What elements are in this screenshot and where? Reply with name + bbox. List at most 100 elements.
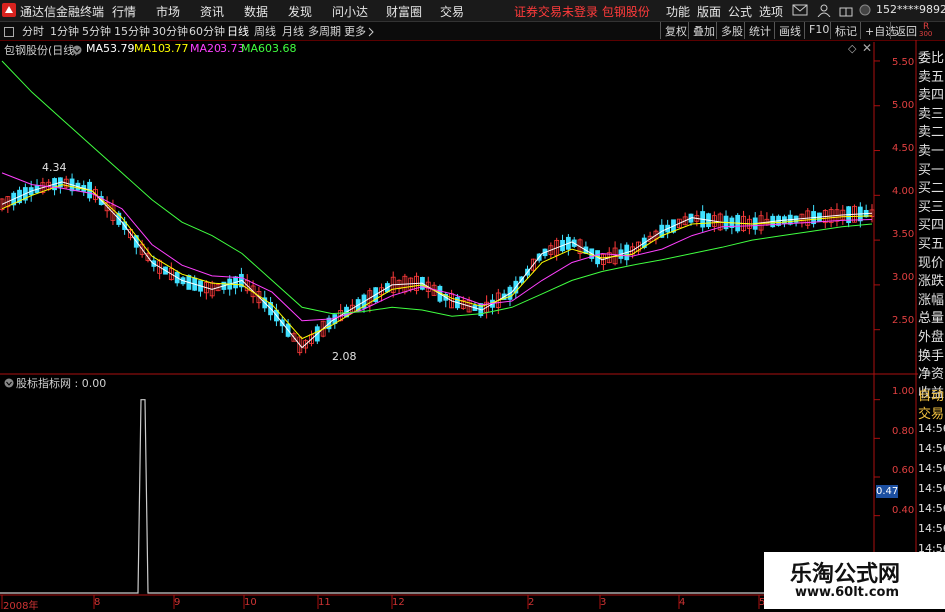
- ma-line-ma20: [1, 172, 873, 322]
- ma-line-ma5: [1, 181, 873, 349]
- quote-field-4: 卖二: [918, 125, 945, 141]
- chart-area[interactable]: [0, 40, 945, 609]
- menu-xuanxiang[interactable]: 选项: [759, 3, 783, 20]
- quote-field-3: 卖三: [918, 106, 945, 122]
- watermark-url: www.60lt.com: [795, 585, 900, 600]
- period-30min[interactable]: 30分钟: [152, 23, 188, 39]
- tick-time-0: 14:56: [918, 422, 945, 435]
- menu-jiaoyi[interactable]: 交易: [440, 3, 464, 20]
- quote-field-13: 涨幅: [918, 292, 945, 308]
- high-price-label: 4.34: [42, 161, 67, 174]
- ma20-name: MA20: [190, 42, 222, 55]
- x-tick-10: 10: [244, 597, 257, 608]
- gift-icon[interactable]: [839, 4, 853, 20]
- btn-f10[interactable]: F10: [804, 22, 833, 39]
- period-weekly[interactable]: 周线: [254, 23, 276, 39]
- x-tick-8: 8: [94, 597, 101, 608]
- app-logo-icon: [2, 3, 16, 17]
- sub-value-badge: 0.47: [876, 485, 899, 498]
- quote-field-16: 换手: [918, 348, 945, 364]
- ma5-name: MA5: [86, 42, 111, 55]
- trade-mode-0[interactable]: 自动: [918, 385, 945, 404]
- quote-field-6: 买一: [918, 162, 945, 178]
- quote-field-7: 买二: [918, 181, 945, 197]
- close-icon[interactable]: ✕: [862, 41, 872, 55]
- tick-time-3: 14:56: [918, 482, 945, 495]
- menu-wenxiaoda[interactable]: 问小达: [332, 3, 368, 20]
- sub-y-tick-060: 0.60: [892, 465, 915, 476]
- ma60-name: MA60: [241, 42, 273, 55]
- menu-faxian[interactable]: 发现: [288, 3, 312, 20]
- quote-field-2: 卖四: [918, 88, 945, 104]
- x-tick-2: 2: [528, 597, 535, 608]
- y-tick-300: 3.00: [892, 272, 915, 283]
- tick-time-2: 14:56: [918, 462, 945, 475]
- trade-login-notice[interactable]: 证券交易未登录 包钢股份: [514, 3, 650, 20]
- btn-tongji[interactable]: 统计: [744, 22, 775, 39]
- menu-shichang[interactable]: 市场: [156, 3, 180, 20]
- x-tick-12: 12: [392, 597, 405, 608]
- x-tick-4: 4: [679, 597, 686, 608]
- period-multi[interactable]: 多周期: [308, 23, 341, 39]
- app-title: 通达信金融终端: [20, 5, 105, 19]
- tick-time-1: 14:56: [918, 442, 945, 455]
- low-price-label: 2.08: [332, 350, 357, 363]
- btn-duogu[interactable]: 多股: [716, 22, 747, 39]
- menu-hangqing[interactable]: 行情: [112, 3, 136, 20]
- tick-time-4: 14:56: [918, 502, 945, 515]
- sub-indicator-label: 股标指标网 : 0.00: [16, 377, 107, 390]
- ma-line-ma60: [1, 60, 873, 317]
- btn-fuquan[interactable]: 复权: [660, 22, 691, 39]
- menu-shuju[interactable]: 数据: [244, 3, 268, 20]
- period-60min[interactable]: 60分钟: [189, 23, 225, 39]
- y-tick-550: 5.50: [892, 57, 915, 68]
- menu-zixun[interactable]: 资讯: [200, 3, 224, 20]
- btn-biaoji[interactable]: 标记: [830, 22, 861, 39]
- period-more[interactable]: 更多: [344, 23, 366, 39]
- user-icon[interactable]: [817, 4, 831, 20]
- y-tick-500: 5.00: [892, 100, 915, 111]
- menu-gongshi[interactable]: 公式: [728, 3, 752, 20]
- period-monthly[interactable]: 月线: [282, 23, 304, 39]
- indicator-line: [0, 399, 872, 594]
- period-1min[interactable]: 1分钟: [50, 23, 79, 39]
- y-tick-400: 4.00: [892, 186, 915, 197]
- quote-field-0: 委比: [918, 51, 945, 66]
- settings-icon[interactable]: [72, 44, 82, 58]
- period-5min[interactable]: 5分钟: [82, 23, 111, 39]
- period-15min[interactable]: 15分钟: [114, 23, 150, 39]
- quote-field-11: 现价: [918, 255, 945, 271]
- envelope-icon[interactable]: [792, 4, 808, 19]
- sub-y-tick-080: 0.80: [892, 426, 915, 437]
- avatar-icon[interactable]: [858, 4, 872, 20]
- menu-caifuquan[interactable]: 财富圈: [386, 3, 422, 20]
- window-controls: [912, 0, 945, 21]
- sub-y-tick-100: 1.00: [892, 386, 915, 397]
- quote-field-12: 涨跌: [918, 274, 945, 290]
- quote-field-17: 净资: [918, 367, 945, 383]
- x-tick-9: 9: [174, 597, 181, 608]
- menu-gongneng[interactable]: 功能: [666, 3, 690, 20]
- window-close-icon[interactable]: [4, 26, 14, 40]
- trade-mode-1[interactable]: 交易: [918, 403, 945, 422]
- quote-field-5: 卖一: [918, 144, 945, 159]
- menu-banmian[interactable]: 版面: [697, 3, 721, 20]
- diamond-icon[interactable]: ◇: [848, 42, 856, 55]
- chevron-right-icon[interactable]: [368, 26, 374, 40]
- ma5-value: 3.79: [110, 42, 135, 55]
- y-tick-450: 4.50: [892, 143, 915, 154]
- period-daily[interactable]: 日线: [227, 23, 249, 39]
- sub-settings-icon[interactable]: [4, 377, 14, 391]
- stock-label: 包钢股份(日线): [4, 44, 79, 57]
- quote-field-14: 总量: [918, 311, 945, 327]
- ma-line-ma10: [1, 184, 873, 340]
- btn-huaxian[interactable]: 画线: [774, 22, 805, 39]
- x-tick-3: 3: [600, 597, 607, 608]
- y-tick-250: 2.50: [892, 315, 915, 326]
- quote-field-10: 买五: [918, 237, 945, 252]
- btn-fanhui[interactable]: 返回: [890, 22, 921, 39]
- quote-field-15: 外盘: [918, 330, 945, 345]
- tick-time-5: 14:56: [918, 522, 945, 535]
- btn-diejia[interactable]: 叠加: [688, 22, 719, 39]
- period-fenshi[interactable]: 分时: [22, 23, 44, 39]
